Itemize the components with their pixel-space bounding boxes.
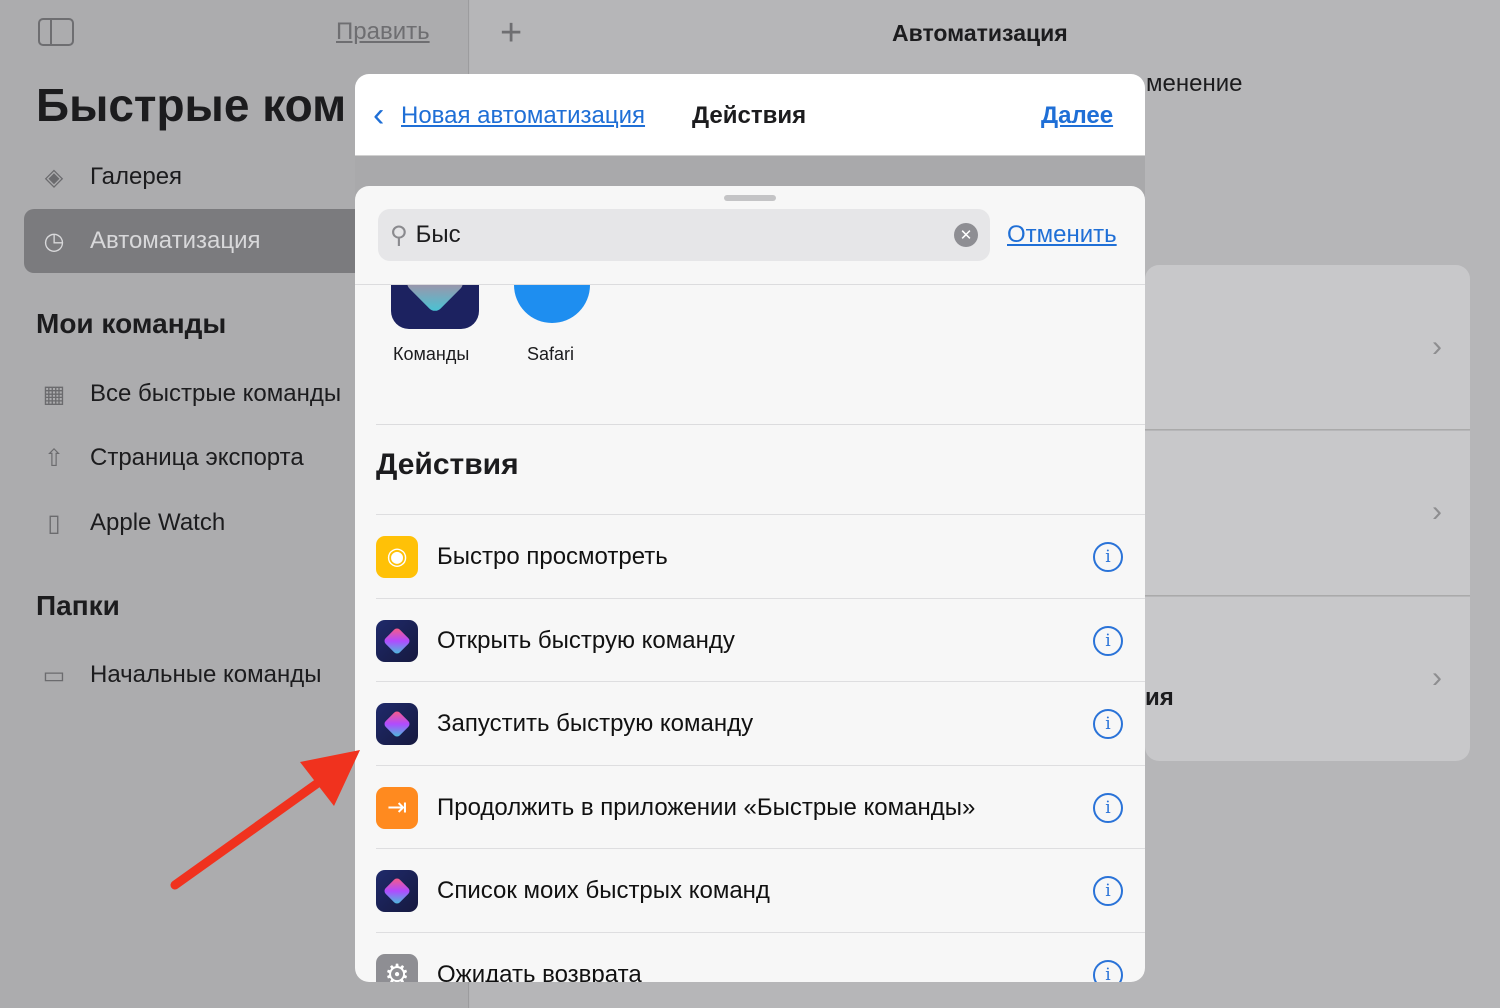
arrow-head [300,750,360,806]
annotation-arrow [170,750,360,890]
arrow-shaft [170,775,327,890]
